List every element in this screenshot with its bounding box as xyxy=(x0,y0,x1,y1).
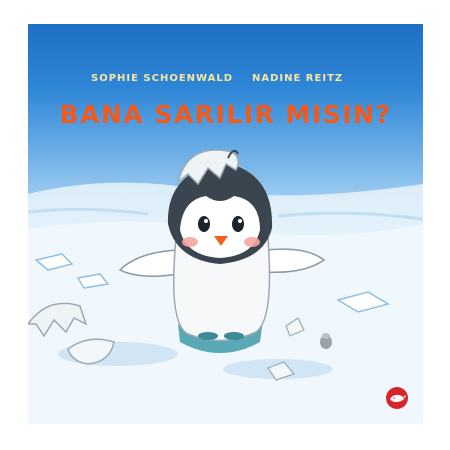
penguin-face xyxy=(180,196,260,258)
whale-logo-icon xyxy=(386,387,408,409)
book-cover: SOPHIE SCHOENWALD NADINE REITZ BANA SARI… xyxy=(28,24,423,424)
left-eye-shine xyxy=(204,219,208,223)
left-foot xyxy=(198,332,218,340)
right-eye-shine xyxy=(238,219,242,223)
right-eye xyxy=(232,216,244,232)
author-name: SOPHIE SCHOENWALD xyxy=(91,73,234,84)
illustrator-name: NADINE REITZ xyxy=(252,73,344,84)
right-foot xyxy=(224,332,244,340)
left-cheek xyxy=(182,237,198,247)
right-cheek xyxy=(244,237,260,247)
book-title: BANA SARILIR MISIN? xyxy=(59,100,392,129)
cover-illustration xyxy=(28,149,423,424)
left-eye xyxy=(198,216,210,232)
pebble-top xyxy=(322,333,330,339)
